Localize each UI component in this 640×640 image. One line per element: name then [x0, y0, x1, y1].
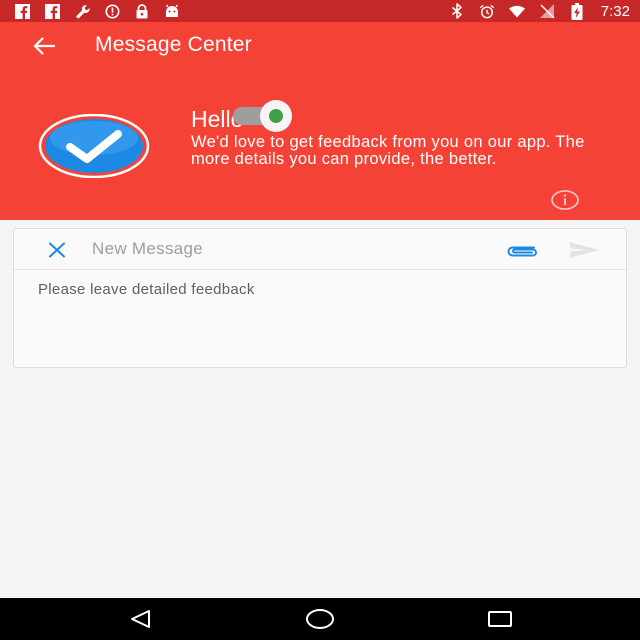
- close-icon: [49, 242, 65, 258]
- composer-header: New Message: [14, 229, 626, 270]
- alert-circle-icon: [104, 3, 120, 19]
- info-button[interactable]: [550, 189, 580, 211]
- info-icon: [551, 190, 579, 210]
- nav-home-button[interactable]: [300, 606, 340, 632]
- checkmark-badge-icon: [38, 113, 150, 179]
- close-button[interactable]: [44, 239, 70, 261]
- message-center-header: Message Center Hello We'd love to get fe…: [0, 22, 640, 220]
- send-icon: [569, 242, 599, 258]
- toggle-switch[interactable]: [233, 99, 293, 133]
- paperclip-icon: [507, 246, 537, 257]
- home-circle-icon: [306, 609, 334, 629]
- navigation-bar: [0, 598, 640, 640]
- greeting-body: We'd love to get feedback from you on ou…: [191, 133, 585, 168]
- recents-square-icon: [488, 611, 512, 627]
- wifi-icon: [508, 3, 525, 19]
- clock: 7:32: [600, 2, 630, 20]
- message-input[interactable]: [38, 281, 598, 351]
- send-button[interactable]: [566, 238, 602, 262]
- attach-button[interactable]: [504, 238, 540, 262]
- nav-back-button[interactable]: [120, 606, 160, 632]
- wrench-icon: [74, 3, 90, 19]
- page-title: Message Center: [95, 33, 252, 56]
- lock-icon: [134, 3, 150, 19]
- facebook-icon: [44, 3, 60, 19]
- status-bar-system: 7:32: [449, 2, 630, 20]
- composer-title: New Message: [92, 239, 204, 258]
- status-bar: 7:32: [0, 0, 640, 22]
- alarm-icon: [479, 3, 495, 19]
- facebook-icon: [14, 3, 30, 19]
- status-bar-notifications: [14, 3, 180, 19]
- message-composer: New Message: [13, 228, 627, 368]
- battery-charging-icon: [569, 2, 585, 20]
- bluetooth-icon: [449, 3, 465, 19]
- back-button[interactable]: [26, 32, 62, 60]
- arrow-left-icon: [33, 37, 56, 55]
- android-icon: [164, 3, 180, 19]
- nav-recents-button[interactable]: [480, 606, 520, 632]
- back-triangle-icon: [131, 610, 150, 628]
- no-sim-icon: [539, 3, 555, 19]
